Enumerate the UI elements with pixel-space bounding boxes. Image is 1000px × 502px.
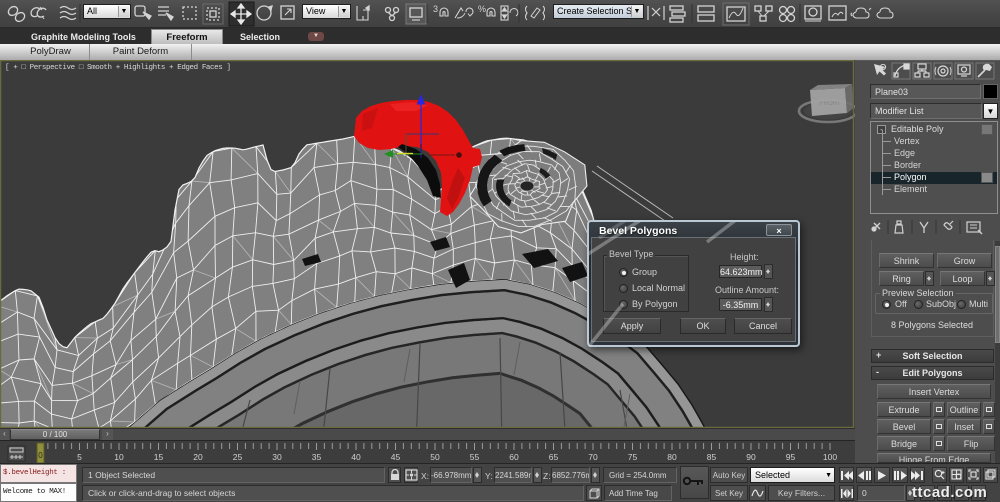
svg-text:90: 90 — [746, 452, 756, 462]
svg-text:30: 30 — [272, 452, 282, 462]
svg-text:0: 0 — [38, 451, 43, 460]
svg-text:100: 100 — [823, 452, 837, 462]
svg-text:40: 40 — [351, 452, 361, 462]
svg-text:60: 60 — [509, 452, 519, 462]
svg-text:5: 5 — [77, 452, 82, 462]
svg-text:45: 45 — [391, 452, 401, 462]
svg-text:35: 35 — [312, 452, 322, 462]
svg-text:65: 65 — [549, 452, 559, 462]
svg-text:20: 20 — [193, 452, 203, 462]
svg-text:10: 10 — [114, 452, 124, 462]
svg-text:%: % — [478, 4, 486, 14]
svg-text:25: 25 — [233, 452, 243, 462]
svg-text:3: 3 — [433, 4, 438, 14]
svg-text:95: 95 — [786, 452, 796, 462]
svg-text:70: 70 — [588, 452, 598, 462]
svg-text:75: 75 — [628, 452, 638, 462]
svg-text:55: 55 — [470, 452, 480, 462]
svg-text:15: 15 — [154, 452, 164, 462]
svg-text:85: 85 — [707, 452, 717, 462]
svg-text:FRONT: FRONT — [820, 101, 841, 107]
svg-text:80: 80 — [667, 452, 677, 462]
svg-text:50: 50 — [430, 452, 440, 462]
